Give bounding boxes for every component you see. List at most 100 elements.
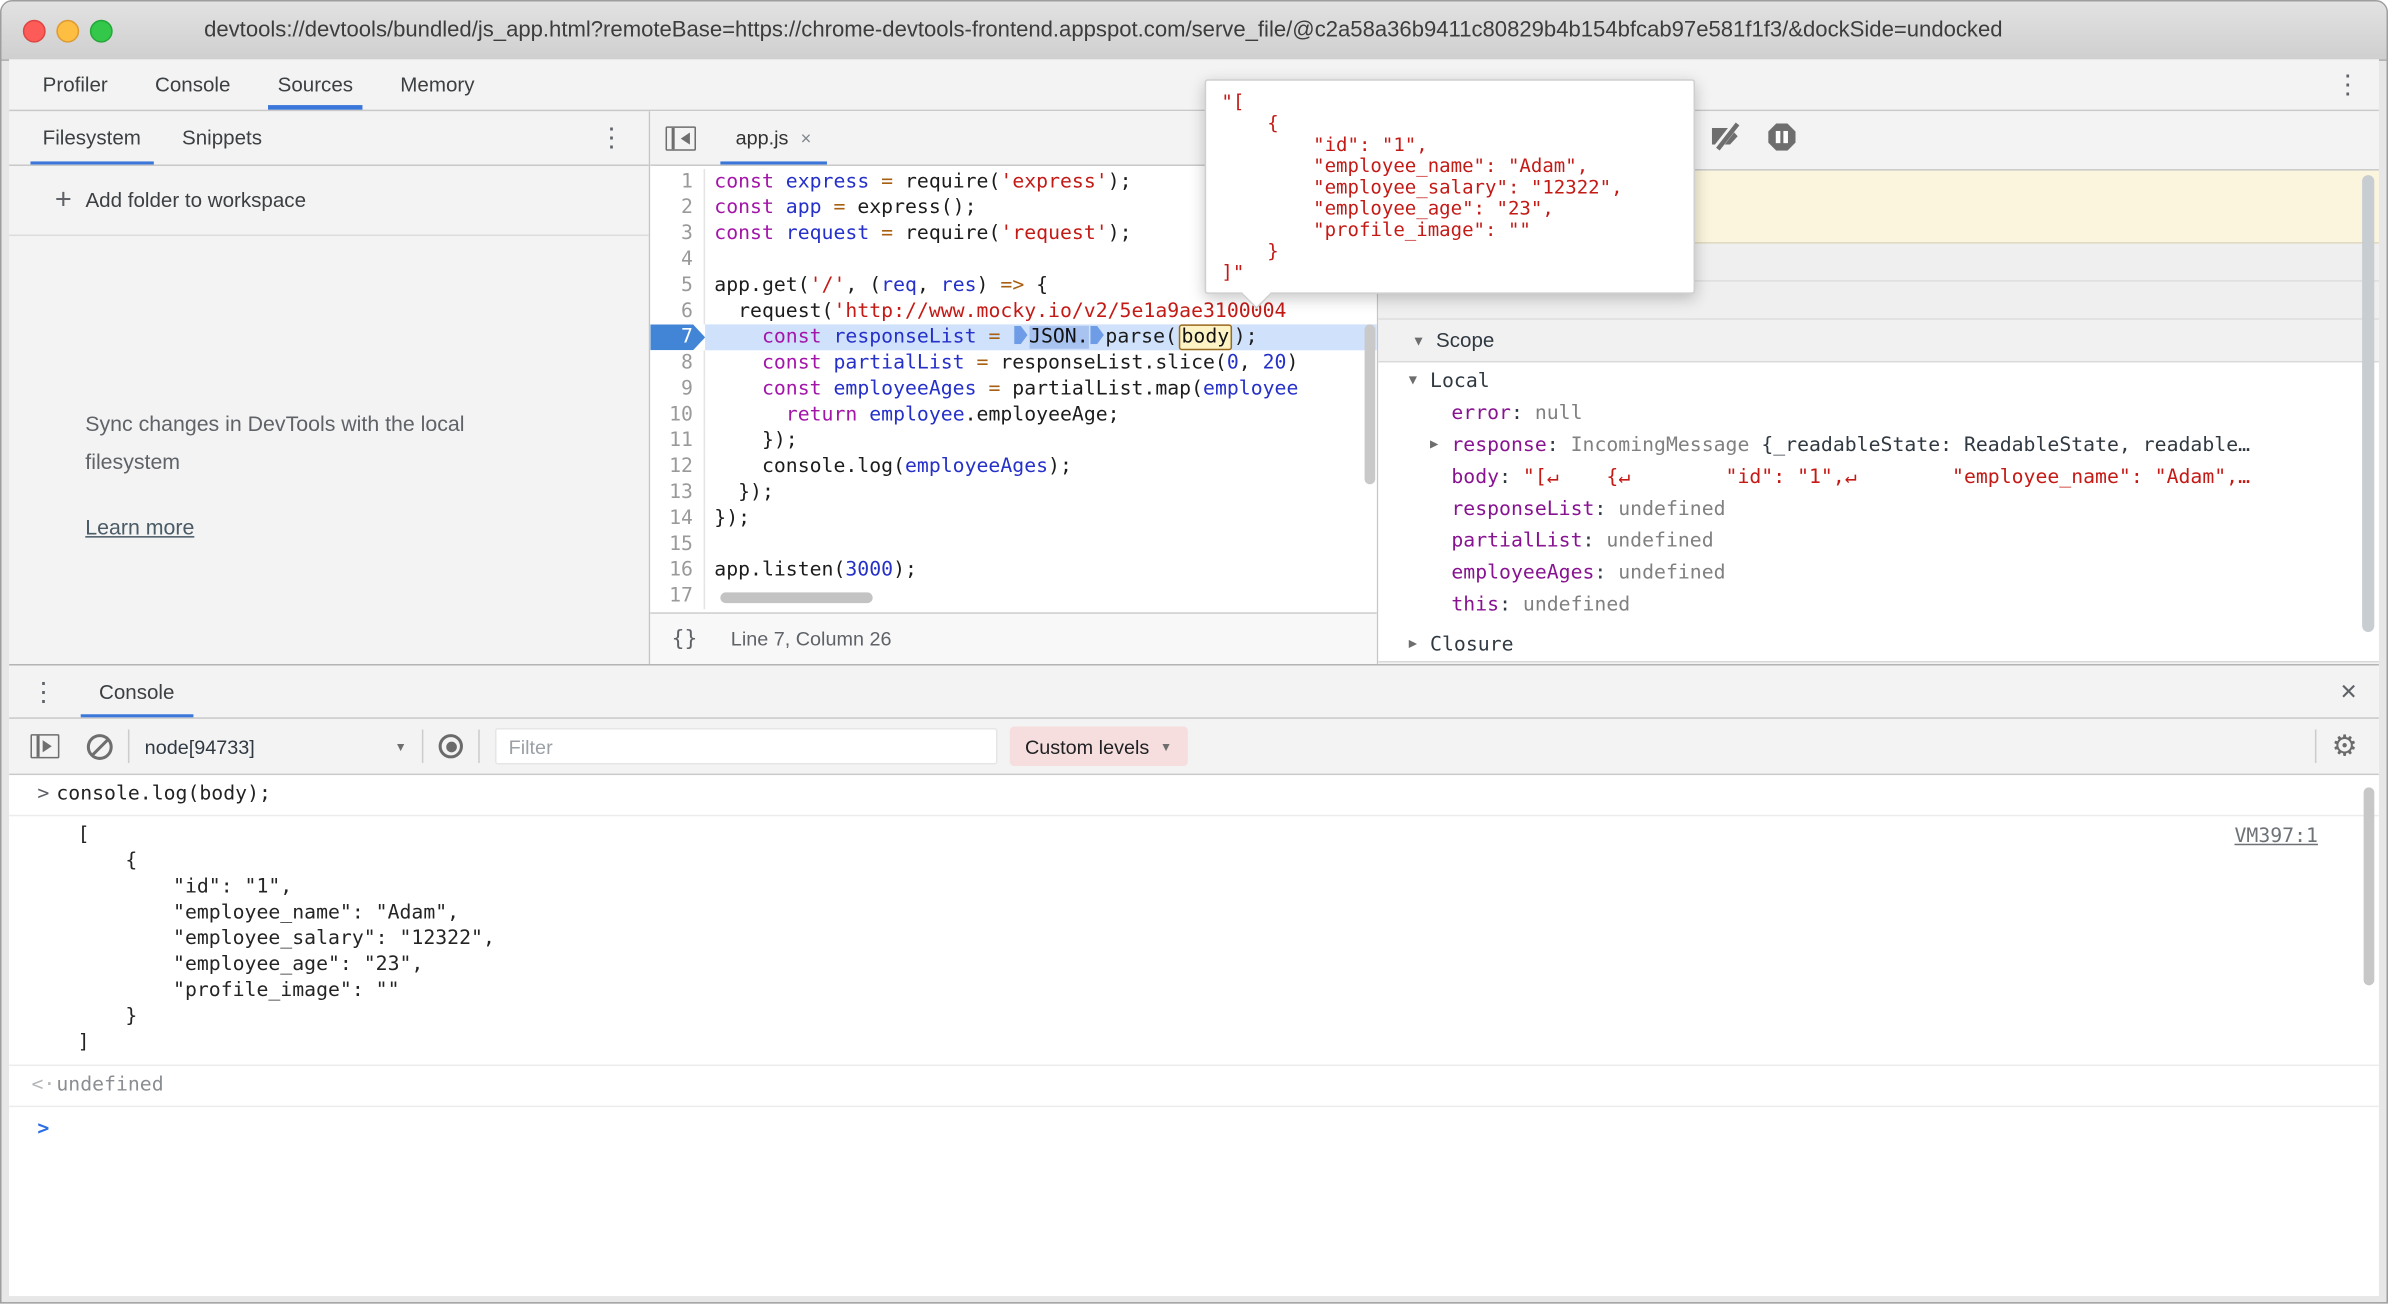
line-number[interactable]: 15 (650, 532, 705, 558)
toolbar-divider (478, 729, 480, 763)
close-window-button[interactable] (23, 20, 46, 43)
line-number[interactable]: 14 (650, 506, 705, 532)
navigator-more-icon[interactable]: ⋮ (599, 125, 625, 151)
toolbar-divider (2315, 729, 2317, 763)
console-command-row: > console.log(body); (9, 775, 2379, 816)
code-line: 14}); (650, 506, 1376, 532)
code-line: 16app.listen(3000); (650, 557, 1376, 583)
pause-on-exceptions-icon[interactable] (1768, 123, 1795, 150)
sources-panel: Filesystem Snippets ⋮ + Add folder to wo… (9, 111, 2379, 664)
line-number[interactable]: 7 (650, 324, 705, 350)
pretty-print-button[interactable]: {} (672, 627, 698, 651)
minimize-window-button[interactable] (56, 20, 79, 43)
code-text: const partialList = responseList.slice(0… (705, 350, 1377, 376)
scope-row: ▶response: IncomingMessage {_readableSta… (1378, 429, 2379, 461)
line-number[interactable]: 11 (650, 428, 705, 454)
code-text: const responseList = JSON.parse(body); (705, 324, 1377, 350)
scope-row: ▶Closure (1378, 629, 2379, 661)
console-output-text: [ { "id": "1", "employee_name": "Adam", … (9, 822, 2379, 1055)
line-number[interactable]: 12 (650, 454, 705, 480)
code-text: console.log(employeeAges); (705, 454, 1377, 480)
filter-input[interactable] (495, 728, 998, 765)
tab-snippets[interactable]: Snippets (182, 111, 262, 164)
console-vertical-scrollbar[interactable] (2364, 787, 2375, 985)
code-line: 9 const employeeAges = partialList.map(e… (650, 376, 1376, 402)
return-value-icon: <· (30, 1066, 56, 1106)
show-console-sidebar-icon[interactable] (30, 734, 59, 758)
deactivate-breakpoints-icon[interactable] (1712, 128, 1738, 145)
source-location-link[interactable]: VM397:1 (2234, 825, 2317, 848)
tab-console-drawer[interactable]: Console (99, 666, 174, 718)
settings-gear-icon[interactable]: ⚙ (2332, 732, 2358, 761)
more-options-icon[interactable]: ⋮ (2335, 72, 2361, 98)
line-number[interactable]: 17 (650, 583, 705, 609)
line-number[interactable]: 4 (650, 247, 705, 273)
toolbar-divider (422, 729, 424, 763)
execution-context-selector[interactable]: node[94733] ▼ (145, 735, 407, 758)
expander-icon[interactable]: ▶ (1409, 629, 1430, 661)
toggle-navigator-icon[interactable] (666, 126, 696, 150)
expander-icon[interactable]: ▶ (1430, 429, 1451, 461)
result-text: undefined (56, 1066, 163, 1106)
command-chevron-icon: > (30, 775, 56, 815)
debugger-vertical-scrollbar[interactable] (2362, 175, 2374, 632)
zoom-window-button[interactable] (90, 20, 113, 43)
variable-value-popover: "[ { "id": "1", "employee_name": "Adam",… (1205, 79, 1695, 294)
code-text: }); (705, 428, 1377, 454)
line-number[interactable]: 5 (650, 273, 705, 299)
editor-tab-appjs[interactable]: app.js × (720, 111, 826, 164)
close-drawer-icon[interactable]: ✕ (2340, 678, 2358, 704)
tab-memory[interactable]: Memory (400, 59, 474, 109)
horizontal-scrollbar[interactable] (720, 592, 872, 603)
window-title-url: devtools://devtools/bundled/js_app.html?… (204, 2, 2002, 60)
line-number[interactable]: 3 (650, 221, 705, 247)
line-number[interactable]: 10 (650, 402, 705, 428)
scope-row: employeeAges: undefined (1378, 557, 2379, 589)
clear-console-icon[interactable] (87, 733, 113, 759)
code-text: }); (705, 480, 1377, 506)
scope-row: responseList: undefined (1378, 493, 2379, 525)
plus-icon: + (55, 184, 72, 218)
code-text: request('http://www.mocky.io/v2/5e1a9ae3… (705, 299, 1377, 325)
code-text (705, 532, 1377, 558)
drawer-more-icon[interactable]: ⋮ (30, 678, 56, 704)
console-toolbar: node[94733] ▼ Custom levels ▼ ⚙ (9, 719, 2379, 775)
line-number[interactable]: 6 (650, 299, 705, 325)
add-folder-label: Add folder to workspace (85, 189, 306, 212)
code-text: return employee.employeeAge; (705, 402, 1377, 428)
navigator-pane: Filesystem Snippets ⋮ + Add folder to wo… (9, 111, 650, 664)
console-prompt[interactable]: > (9, 1107, 2379, 1150)
chevron-down-icon: ▼ (1412, 333, 1426, 348)
tab-profiler[interactable]: Profiler (43, 59, 108, 109)
tab-console[interactable]: Console (155, 59, 230, 109)
expander-icon[interactable]: ▼ (1409, 366, 1430, 398)
console-drawer: ⋮ Console ✕ node[94733] ▼ (9, 664, 2379, 1296)
popover-value-text: "[ { "id": "1", "employee_name": "Adam",… (1206, 81, 1693, 294)
code-line: 11 }); (650, 428, 1376, 454)
scope-tree: ▼Localerror: null▶response: IncomingMess… (1378, 362, 2379, 661)
close-tab-icon[interactable]: × (801, 127, 812, 148)
line-number[interactable]: 16 (650, 557, 705, 583)
tab-filesystem[interactable]: Filesystem (43, 111, 141, 164)
execution-line: 7 const responseList = JSON.parse(body); (650, 324, 1376, 350)
line-number[interactable]: 9 (650, 376, 705, 402)
console-output-row: [ { "id": "1", "employee_name": "Adam", … (9, 816, 2379, 1066)
window-frame: devtools://devtools/bundled/js_app.html?… (0, 0, 2388, 1304)
tab-sources[interactable]: Sources (278, 59, 353, 109)
line-number[interactable]: 1 (650, 169, 705, 195)
add-folder-button[interactable]: + Add folder to workspace (9, 166, 649, 236)
debugger-sidebar-footer (1378, 661, 2379, 664)
code-line: 15 (650, 532, 1376, 558)
scope-section-header[interactable]: ▼ Scope (1378, 320, 2379, 363)
line-number[interactable]: 2 (650, 195, 705, 221)
command-text: console.log(body); (56, 775, 271, 815)
live-expression-eye-icon[interactable] (439, 734, 463, 758)
scope-row: partialList: undefined (1378, 525, 2379, 557)
prompt-chevron-icon: > (30, 1117, 56, 1140)
editor-vertical-scrollbar[interactable] (1365, 324, 1376, 484)
custom-levels-button[interactable]: Custom levels ▼ (1010, 726, 1188, 766)
learn-more-link[interactable]: Learn more (85, 515, 194, 539)
chevron-down-icon: ▼ (395, 739, 407, 753)
line-number[interactable]: 8 (650, 350, 705, 376)
line-number[interactable]: 13 (650, 480, 705, 506)
